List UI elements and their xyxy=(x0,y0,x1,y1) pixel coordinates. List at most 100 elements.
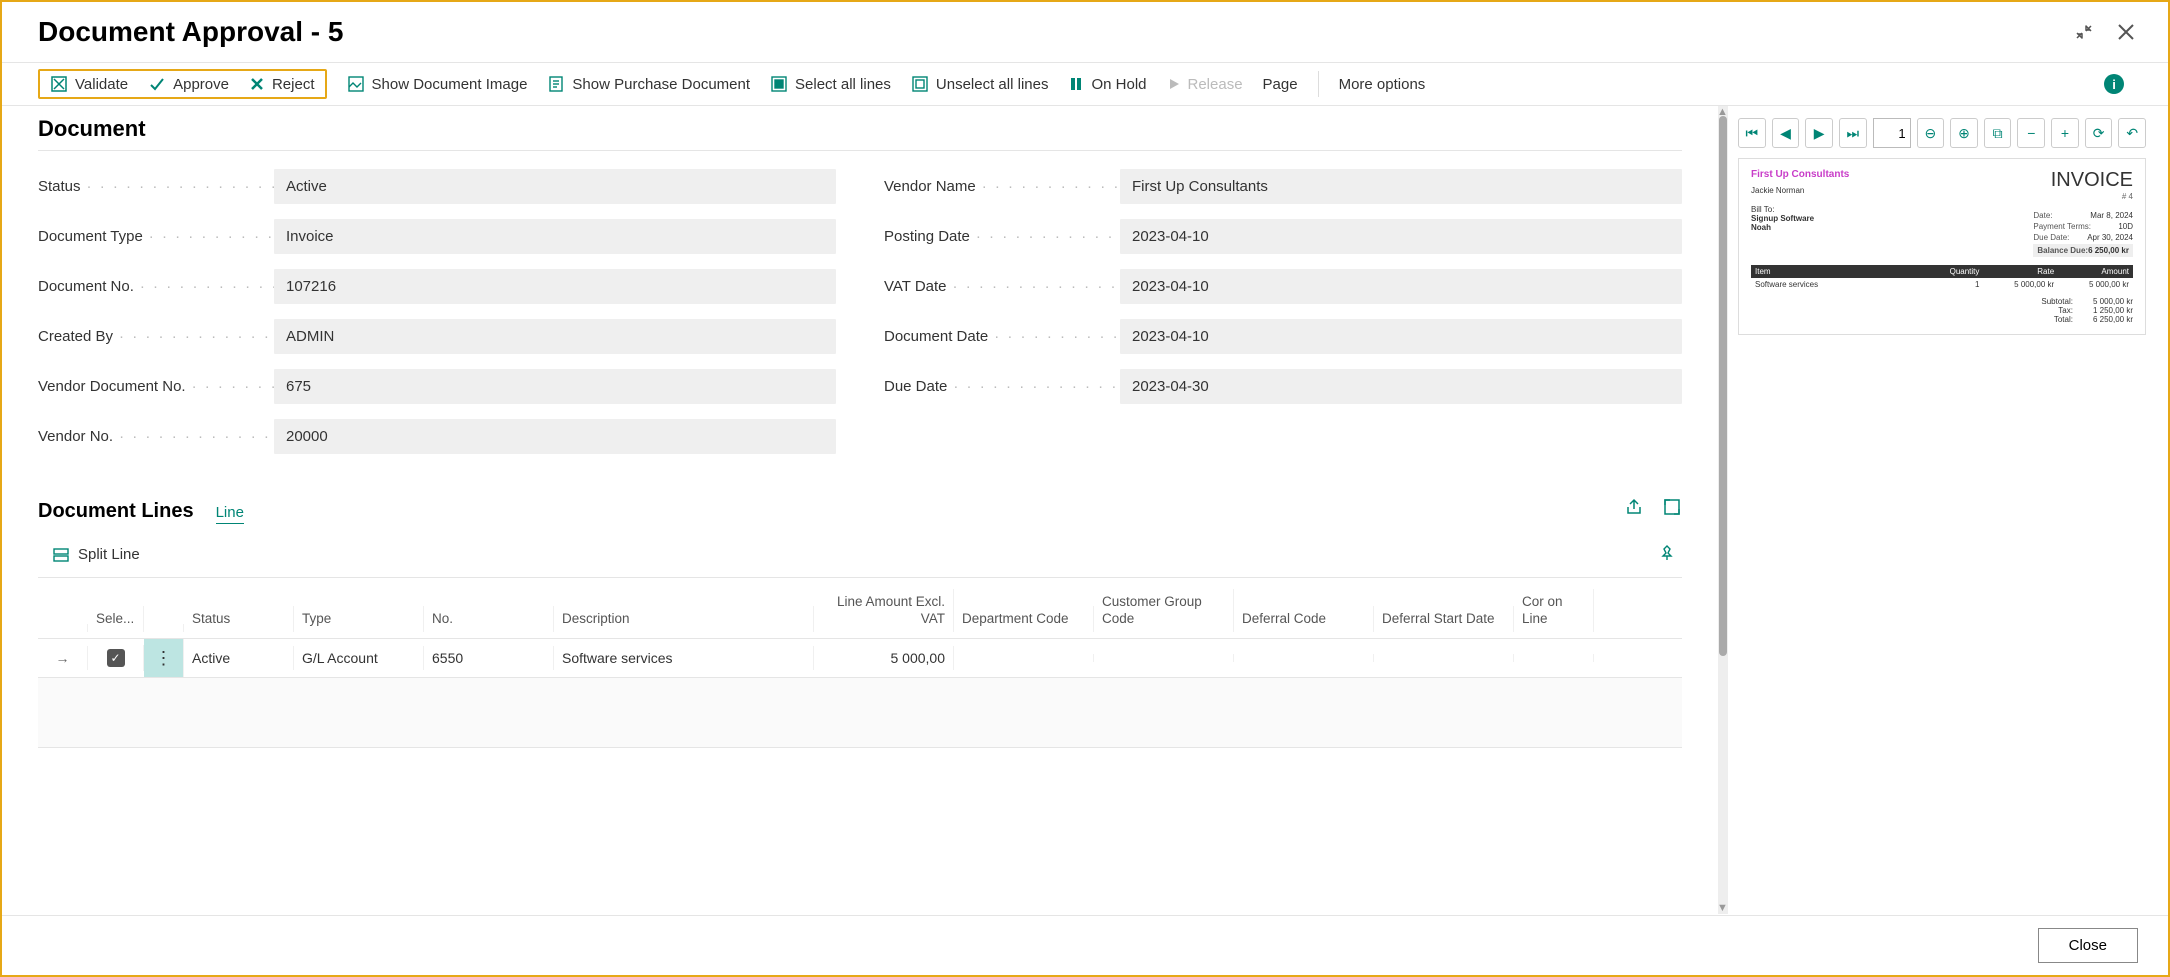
duedate-label: Due Date xyxy=(884,378,1120,395)
createdby-value: ADMIN xyxy=(274,319,836,354)
page-label: Page xyxy=(1263,76,1298,93)
validate-button[interactable]: Validate xyxy=(50,75,128,93)
row-cor xyxy=(1514,654,1594,662)
col-cor[interactable]: Cor on Line xyxy=(1514,589,1594,632)
postingdate-label: Posting Date xyxy=(884,228,1120,245)
more-options-label: More options xyxy=(1339,76,1426,93)
vendordocno-value: 675 xyxy=(274,369,836,404)
reject-label: Reject xyxy=(272,76,315,93)
share-icon[interactable] xyxy=(1624,497,1644,520)
show-doc-image-label: Show Document Image xyxy=(372,76,528,93)
last-page-icon[interactable]: ⏭ xyxy=(1839,118,1867,148)
document-lines-title: Document Lines xyxy=(38,500,194,523)
prev-page-icon[interactable]: ◀ xyxy=(1772,118,1800,148)
show-doc-image-button[interactable]: Show Document Image xyxy=(347,75,528,93)
col-status[interactable]: Status xyxy=(184,606,294,632)
zoom-in-icon[interactable]: ⊕ xyxy=(1950,118,1978,148)
scrollbar[interactable]: ▲ ▼ xyxy=(1718,106,1728,914)
vatdate-value: 2023-04-10 xyxy=(1120,269,1682,304)
undo-icon[interactable]: ↶ xyxy=(2118,118,2146,148)
popout-icon[interactable]: ⧉ xyxy=(1984,118,2012,148)
col-no[interactable]: No. xyxy=(424,606,554,632)
documentdate-value: 2023-04-10 xyxy=(1120,319,1682,354)
page-number-input[interactable] xyxy=(1873,118,1911,148)
unselect-all-label: Unselect all lines xyxy=(936,76,1049,93)
row-dept xyxy=(954,654,1094,662)
row-deferral xyxy=(1234,654,1374,662)
minus-icon[interactable]: − xyxy=(2017,118,2045,148)
preview-contact: Jackie Norman xyxy=(1751,186,1849,195)
page-button[interactable]: Page xyxy=(1263,76,1298,93)
approve-button[interactable]: Approve xyxy=(148,75,229,93)
close-icon[interactable] xyxy=(2112,18,2140,46)
preview-billto: Signup Software Noah xyxy=(1751,214,1849,232)
preview-vendor: First Up Consultants xyxy=(1751,169,1849,180)
document-section-title: Document xyxy=(38,116,1682,151)
toolbar-divider xyxy=(1318,71,1319,97)
validate-label: Validate xyxy=(75,76,128,93)
show-purchase-doc-button[interactable]: Show Purchase Document xyxy=(547,75,750,93)
toolbar: Validate Approve Reject Show Document Im… xyxy=(2,62,2168,106)
col-cust[interactable]: Customer Group Code xyxy=(1094,589,1234,632)
vendorname-value: First Up Consultants xyxy=(1120,169,1682,204)
page-title: Document Approval - 5 xyxy=(38,16,343,48)
highlighted-actions: Validate Approve Reject xyxy=(38,69,327,99)
row-menu-icon[interactable]: ⋮ xyxy=(144,639,184,677)
vatdate-label: VAT Date xyxy=(884,278,1120,295)
split-line-button[interactable]: Split Line xyxy=(52,546,140,564)
info-icon[interactable]: i xyxy=(2104,74,2124,94)
preview-title: INVOICE xyxy=(2033,169,2133,192)
row-arrow-icon[interactable]: → xyxy=(38,646,88,670)
col-sele[interactable]: Sele... xyxy=(88,606,144,632)
row-checkbox[interactable]: ✓ xyxy=(107,649,125,667)
on-hold-button[interactable]: On Hold xyxy=(1068,76,1146,93)
col-desc[interactable]: Description xyxy=(554,606,814,632)
more-options-button[interactable]: More options xyxy=(1339,76,1426,93)
next-page-icon[interactable]: ▶ xyxy=(1805,118,1833,148)
col-deferral[interactable]: Deferral Code xyxy=(1234,606,1374,632)
line-tab[interactable]: Line xyxy=(216,504,244,524)
row-amount: 5 000,00 xyxy=(814,646,954,670)
doctype-label: Document Type xyxy=(38,228,274,245)
preview-billto-label: Bill To: xyxy=(1751,205,1849,214)
col-dept[interactable]: Department Code xyxy=(954,606,1094,632)
on-hold-label: On Hold xyxy=(1091,76,1146,93)
zoom-out-icon[interactable]: ⊖ xyxy=(1917,118,1945,148)
preview-title-sub: # 4 xyxy=(2033,192,2133,201)
documentdate-label: Document Date xyxy=(884,328,1120,345)
doctype-value: Invoice xyxy=(274,219,836,254)
row-type: G/L Account xyxy=(294,646,424,670)
vendorno-value: 20000 xyxy=(274,419,836,454)
row-status: Active xyxy=(184,646,294,670)
vendorname-label: Vendor Name xyxy=(884,178,1120,195)
pin-icon[interactable] xyxy=(1658,544,1676,565)
col-defstart[interactable]: Deferral Start Date xyxy=(1374,606,1514,632)
status-label: Status xyxy=(38,178,274,195)
unselect-all-button[interactable]: Unselect all lines xyxy=(911,75,1049,93)
row-cust xyxy=(1094,654,1234,662)
expand-icon[interactable] xyxy=(1662,497,1682,520)
split-line-label: Split Line xyxy=(78,546,140,563)
docno-value: 107216 xyxy=(274,269,836,304)
release-button[interactable]: Release xyxy=(1167,76,1243,93)
reject-button[interactable]: Reject xyxy=(249,75,315,93)
release-label: Release xyxy=(1188,76,1243,93)
plus-icon[interactable]: + xyxy=(2051,118,2079,148)
postingdate-value: 2023-04-10 xyxy=(1120,219,1682,254)
close-button[interactable]: Close xyxy=(2038,928,2138,963)
select-all-label: Select all lines xyxy=(795,76,891,93)
first-page-icon[interactable]: ⏮ xyxy=(1738,118,1766,148)
collapse-icon[interactable] xyxy=(2070,18,2098,46)
createdby-label: Created By xyxy=(38,328,274,345)
refresh-icon[interactable]: ⟳ xyxy=(2085,118,2113,148)
col-amount[interactable]: Line Amount Excl. VAT xyxy=(814,589,954,632)
docno-label: Document No. xyxy=(38,278,274,295)
duedate-value: 2023-04-30 xyxy=(1120,369,1682,404)
col-type[interactable]: Type xyxy=(294,606,424,632)
pdf-toolbar: ⏮ ◀ ▶ ⏭ ⊖ ⊕ ⧉ − + ⟳ ↶ xyxy=(1738,118,2146,148)
vendordocno-label: Vendor Document No. xyxy=(38,378,274,395)
select-all-button[interactable]: Select all lines xyxy=(770,75,891,93)
table-row[interactable]: → ✓ ⋮ Active G/L Account 6550 Software s… xyxy=(38,638,1682,678)
row-desc: Software services xyxy=(554,646,814,670)
row-defstart xyxy=(1374,654,1514,662)
